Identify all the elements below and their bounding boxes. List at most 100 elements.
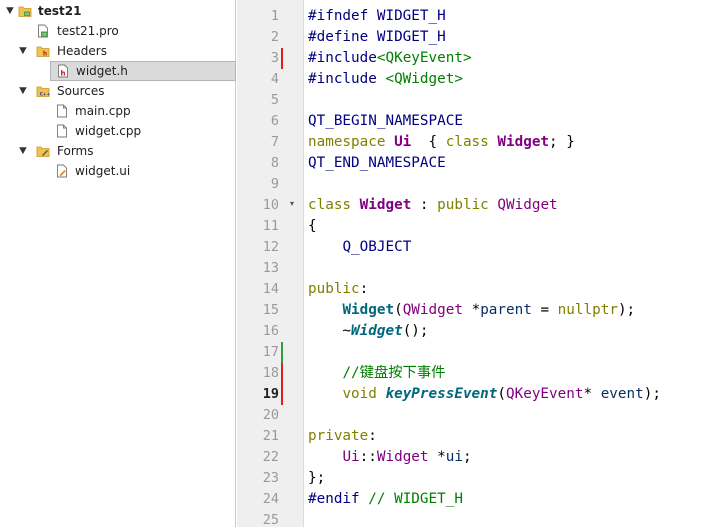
code-token: public	[308, 281, 360, 297]
cpp-file-icon	[55, 104, 69, 118]
code-token: QWidget	[402, 302, 463, 318]
tree-item-sources[interactable]: ▼ C++ Sources	[0, 81, 236, 101]
tree-item-main-cpp[interactable]: main.cpp	[0, 101, 236, 121]
code-token: Ui	[342, 449, 360, 465]
svg-text:h: h	[43, 51, 47, 58]
tree-item-label: test21	[38, 4, 82, 18]
code-token: =	[531, 302, 558, 318]
line-number: 24	[262, 491, 279, 507]
expand-arrow-icon[interactable]: ▼	[3, 1, 16, 21]
code-line[interactable]: Widget(QWidget *parent = nullptr);	[308, 300, 635, 321]
code-token: class	[308, 197, 360, 213]
code-line[interactable]: };	[308, 468, 325, 489]
code-token: //键盘按下事件	[342, 365, 446, 381]
code-token: ui	[445, 449, 463, 465]
tree-item-label: main.cpp	[75, 104, 131, 118]
tree-item-label: Sources	[57, 84, 105, 98]
code-line[interactable]: {	[308, 216, 317, 237]
tree-item-label: Headers	[57, 44, 107, 58]
line-number: 17	[262, 344, 279, 360]
code-line[interactable]: #ifndef WIDGET_H	[308, 6, 446, 27]
line-number: 15	[262, 302, 279, 318]
code-token: #endif	[308, 491, 369, 507]
code-token: private	[308, 428, 369, 444]
code-line[interactable]: QT_BEGIN_NAMESPACE	[308, 111, 463, 132]
code-token: *	[583, 386, 601, 402]
code-token: keyPressEvent	[385, 386, 498, 402]
code-line[interactable]: #endif // WIDGET_H	[308, 489, 463, 510]
tree-item-widget-ui[interactable]: widget.ui	[0, 161, 236, 181]
tree-item-widget-h[interactable]: h widget.h	[50, 61, 236, 81]
line-number: 16	[262, 323, 279, 339]
code-token: Widget	[359, 197, 412, 213]
tree-item-headers[interactable]: ▼ h Headers	[0, 41, 236, 61]
code-line[interactable]: #include<QKeyEvent>	[308, 48, 472, 69]
header-file-icon: h	[56, 64, 70, 78]
line-number: 4	[270, 71, 279, 87]
tree-item-label: Forms	[57, 144, 94, 158]
code-token: ~	[308, 323, 352, 339]
ui-file-icon	[55, 164, 69, 178]
code-line[interactable]: Q_OBJECT	[308, 237, 411, 258]
code-line[interactable]: #define WIDGET_H	[308, 27, 446, 48]
code-token: (	[497, 386, 506, 402]
code-editor[interactable]: #ifndef WIDGET_H #define WIDGET_H #include…	[304, 0, 714, 527]
tree-item-label: widget.h	[76, 64, 128, 78]
code-token: Widget	[342, 302, 395, 318]
code-token: <QKeyEvent>	[376, 50, 472, 66]
svg-text:C++: C++	[40, 92, 50, 98]
code-line[interactable]: class Widget : public QWidget	[308, 195, 558, 216]
line-number: 5	[270, 92, 279, 108]
code-token: *	[428, 449, 446, 465]
expand-arrow-icon[interactable]: ▼	[16, 41, 29, 61]
tree-item-test21[interactable]: ▼ Qt test21	[0, 1, 236, 21]
code-line[interactable]: namespace Ui { class Widget; }	[308, 132, 575, 153]
code-line[interactable]: ~Widget();	[308, 321, 428, 342]
code-token: *	[462, 302, 481, 318]
line-number: 23	[262, 470, 279, 486]
pro-file-icon: Qt	[36, 24, 50, 38]
code-token: class	[445, 134, 498, 150]
line-number: 9	[270, 176, 279, 192]
line-number: 12	[262, 239, 279, 255]
code-token: );	[617, 302, 636, 318]
code-token: ::	[359, 449, 377, 465]
code-token: #define WIDGET_H	[308, 29, 446, 45]
code-line[interactable]: public:	[308, 279, 368, 300]
line-number: 8	[270, 155, 279, 171]
code-token: #include	[308, 71, 386, 87]
tree-item-forms[interactable]: ▼ Forms	[0, 141, 236, 161]
line-number: 19	[262, 386, 279, 402]
code-line[interactable]: void keyPressEvent(QKeyEvent* event);	[308, 384, 661, 405]
code-line[interactable]: #include <QWidget>	[308, 69, 463, 90]
code-token: :	[368, 428, 377, 444]
line-number: 21	[262, 428, 279, 444]
code-token: #include	[308, 50, 377, 66]
code-line[interactable]: private:	[308, 426, 377, 447]
tree-item-label: test21.pro	[57, 24, 119, 38]
code-token: QT_END_NAMESPACE	[308, 155, 446, 171]
tree-item-test21-pro[interactable]: Qt test21.pro	[0, 21, 236, 41]
code-line[interactable]: //键盘按下事件	[308, 363, 445, 384]
line-number: 20	[262, 407, 279, 423]
line-number: 14	[262, 281, 279, 297]
tree-item-widget-cpp[interactable]: widget.cpp	[0, 121, 236, 141]
code-token: Widget	[376, 449, 429, 465]
code-line[interactable]: QT_END_NAMESPACE	[308, 153, 446, 174]
line-number: 25	[262, 512, 279, 528]
fold-arrow-icon[interactable]: ▾	[287, 193, 297, 214]
change-marker	[281, 342, 283, 363]
expand-arrow-icon[interactable]: ▼	[16, 141, 29, 161]
change-marker	[281, 384, 283, 405]
code-line[interactable]: Ui::Widget *ui;	[308, 447, 471, 468]
code-token: namespace	[308, 134, 395, 150]
expand-arrow-icon[interactable]: ▼	[16, 81, 29, 101]
code-token: QT_BEGIN_NAMESPACE	[308, 113, 463, 129]
headers-folder-icon: h	[36, 44, 50, 58]
line-number-gutter[interactable]: 1 2 3 4 5 6 7 8 9 10 11 12 13 14 15 16 17 18 19 20 21 22 23 24 2…	[237, 0, 304, 528]
code-token: ; }	[549, 134, 575, 150]
sources-folder-icon: C++	[36, 84, 51, 98]
code-token: :	[359, 281, 369, 297]
